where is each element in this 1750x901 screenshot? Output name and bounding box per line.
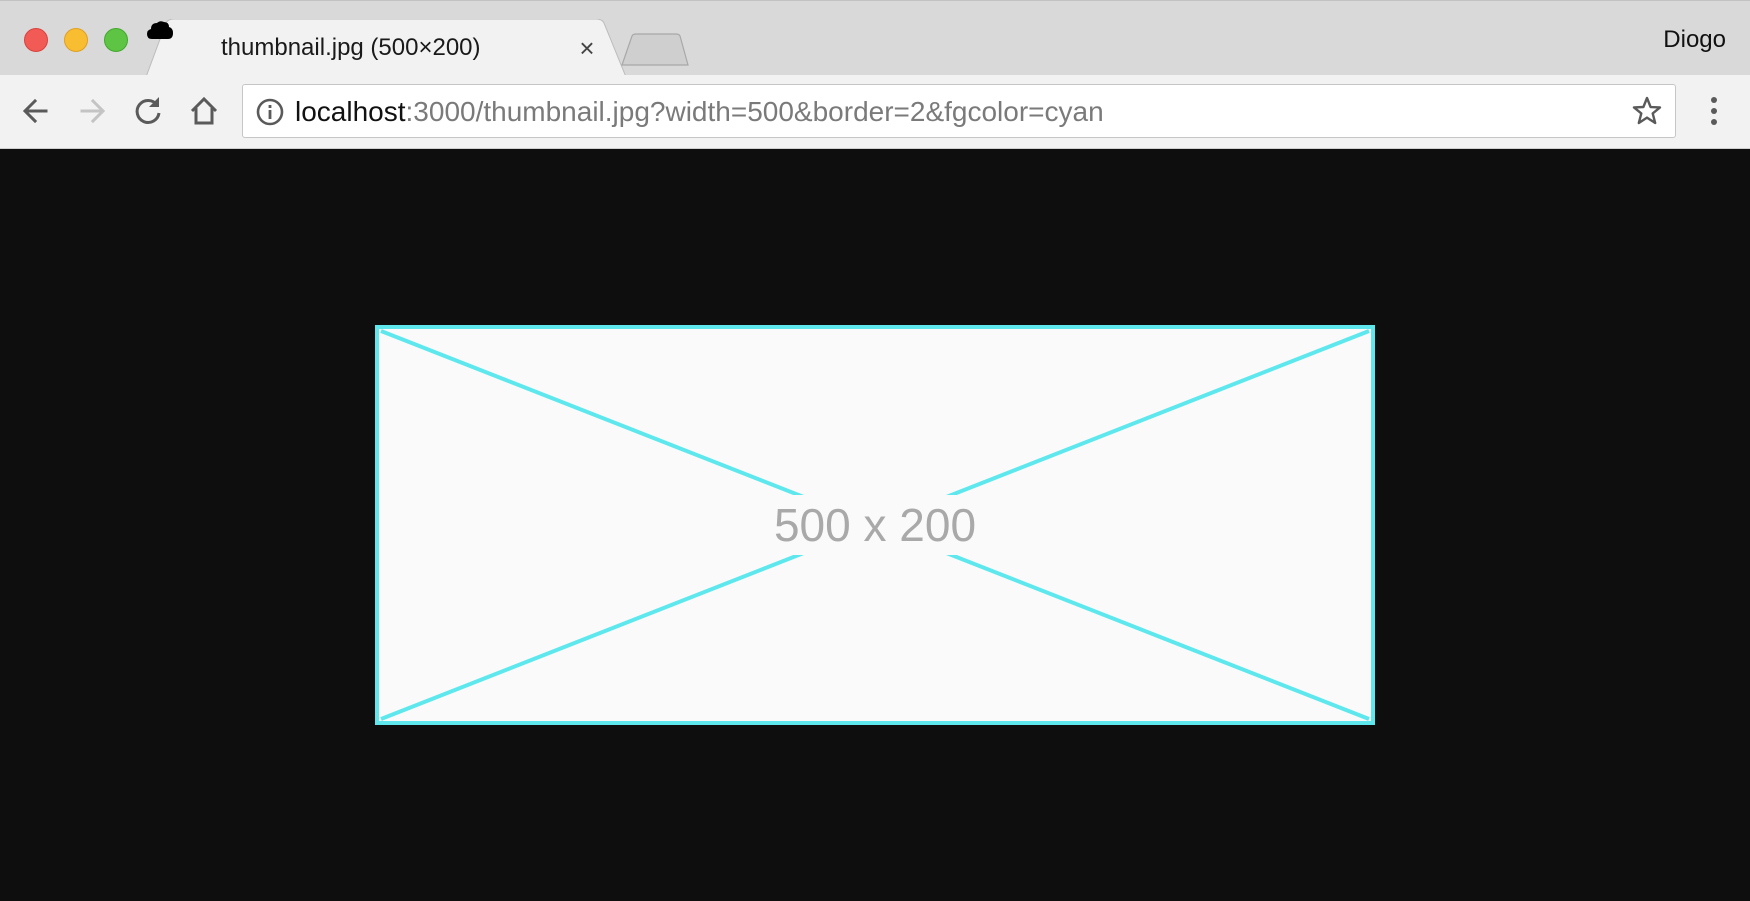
url-path: :3000/thumbnail.jpg?width=500&border=2&f… — [405, 96, 1104, 127]
cloud-icon — [147, 21, 173, 39]
forward-button[interactable] — [74, 93, 110, 129]
url-host: localhost — [295, 96, 406, 127]
window-maximize-button[interactable] — [104, 28, 128, 52]
navigation-toolbar: localhost:3000/thumbnail.jpg?width=500&b… — [0, 75, 1750, 149]
forward-arrow-icon — [80, 98, 106, 124]
back-arrow-icon — [22, 98, 48, 124]
browser-window: thumbnail.jpg (500×200) × Diogo localhos… — [0, 0, 1750, 901]
menu-icon[interactable] — [1696, 93, 1732, 129]
profile-name[interactable]: Diogo — [1663, 25, 1726, 55]
window-close-button[interactable] — [24, 28, 48, 52]
info-icon[interactable] — [255, 97, 285, 127]
back-button[interactable] — [18, 93, 54, 129]
star-icon[interactable] — [1631, 95, 1663, 127]
home-button[interactable] — [186, 93, 222, 129]
tab-thumbnail[interactable]: thumbnail.jpg (500×200) × — [146, 19, 626, 77]
window-minimize-button[interactable] — [64, 28, 88, 52]
new-tab-button[interactable] — [620, 33, 690, 67]
reload-icon — [135, 97, 161, 124]
tab-title: thumbnail.jpg (500×200) — [221, 34, 481, 61]
reload-button[interactable] — [130, 93, 166, 129]
url-text[interactable]: localhost:3000/thumbnail.jpg?width=500&b… — [295, 96, 1104, 128]
tab-close-icon[interactable]: × — [572, 33, 602, 63]
tab-strip: thumbnail.jpg (500×200) × Diogo — [0, 0, 1750, 77]
home-icon — [190, 96, 218, 125]
address-bar[interactable]: localhost:3000/thumbnail.jpg?width=500&b… — [242, 84, 1676, 138]
placeholder-image — [375, 325, 1375, 725]
